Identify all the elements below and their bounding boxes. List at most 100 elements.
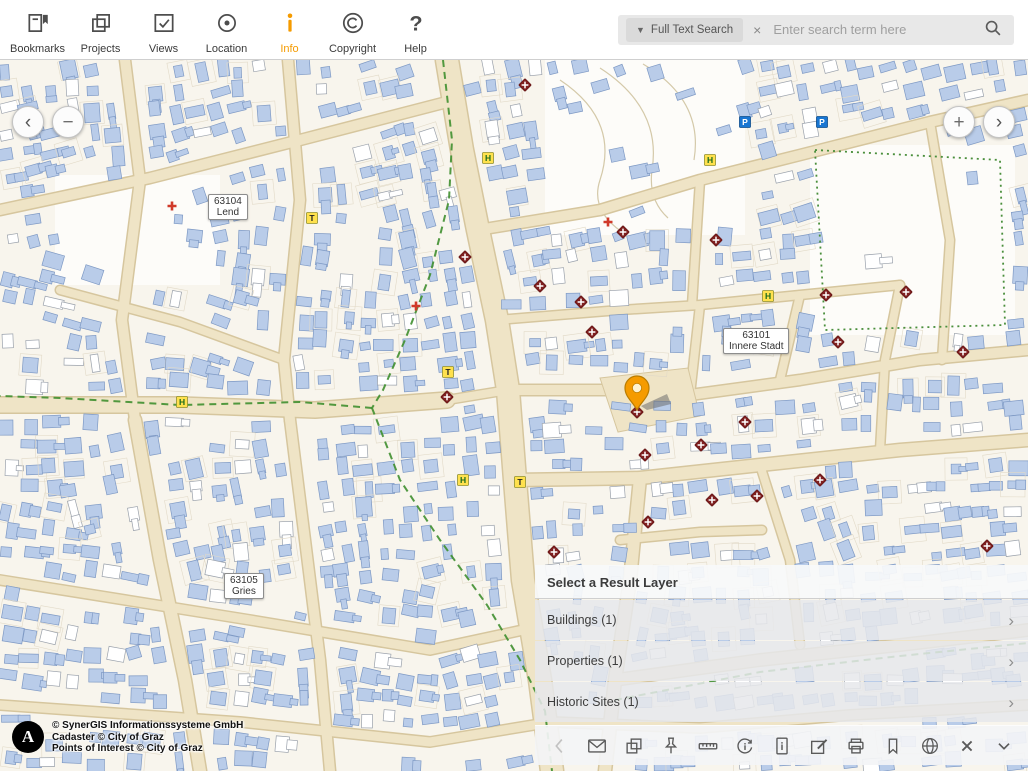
top-toolbar: Bookmarks Projects Views Location Info C… <box>0 0 1028 60</box>
result-layer-panel: Select a Result Layer Buildings (1) › Pr… <box>535 565 1028 722</box>
svg-text:T: T <box>309 213 315 223</box>
info-icon <box>277 10 303 41</box>
document-info-icon <box>771 735 793 757</box>
measure-button[interactable] <box>693 731 723 761</box>
clear-search-icon[interactable]: × <box>753 22 761 38</box>
district-label-innere-stadt: 63101 Innere Stadt <box>723 328 789 354</box>
toolbar-item-copyright[interactable]: Copyright <box>321 5 384 55</box>
chevron-right-icon: › <box>1008 694 1014 711</box>
rotate-info-button[interactable] <box>730 731 760 761</box>
district-name: Lend <box>214 207 242 218</box>
poi-H-icon: H <box>458 475 469 486</box>
print-button[interactable] <box>841 731 871 761</box>
svg-text:T: T <box>445 367 451 377</box>
toolbar-item-projects[interactable]: Projects <box>69 5 132 55</box>
svg-text:H: H <box>765 291 771 301</box>
toolbar-item-label: Info <box>280 43 298 55</box>
toolbar-item-location[interactable]: Location <box>195 5 258 55</box>
email-icon <box>586 735 608 757</box>
district-code: 63104 <box>214 196 242 207</box>
attribution-line: Cadaster © City of Graz <box>52 732 243 744</box>
district-name: Innere Stadt <box>729 341 783 352</box>
globe-icon <box>919 735 941 757</box>
district-label-gries: 63105 Gries <box>224 573 264 599</box>
search-input[interactable] <box>771 21 980 38</box>
poi-T-icon: T <box>443 367 454 378</box>
main-menu: Bookmarks Projects Views Location Info C… <box>0 5 447 55</box>
collapse-panel-button[interactable] <box>989 731 1019 761</box>
poi-H-icon: H <box>763 291 774 302</box>
bookmark-icon <box>882 735 904 757</box>
document-info-button[interactable] <box>767 731 797 761</box>
attribution-line: Points of Interest © City of Graz <box>52 743 243 755</box>
toolbar-item-bookmarks[interactable]: Bookmarks <box>6 5 69 55</box>
svg-text:P: P <box>742 117 748 127</box>
toolbar-item-label: Bookmarks <box>10 43 65 55</box>
district-code: 63105 <box>230 575 258 586</box>
result-toolbar <box>535 725 1028 765</box>
layer-label: Properties (1) <box>547 654 623 668</box>
svg-text:T: T <box>517 477 523 487</box>
app-window: Bookmarks Projects Views Location Info C… <box>0 0 1028 771</box>
toolbar-item-info[interactable]: Info <box>258 5 321 55</box>
chevron-right-icon: › <box>1008 653 1014 670</box>
pan-right-button[interactable]: › <box>983 106 1015 138</box>
toolbar-item-label: Location <box>206 43 248 55</box>
result-layer-historic-sites[interactable]: Historic Sites (1) › <box>535 682 1028 722</box>
toolbar-item-label: Help <box>404 43 427 55</box>
measure-icon <box>697 735 719 757</box>
close-results-button[interactable] <box>952 731 982 761</box>
result-layer-buildings[interactable]: Buildings (1) › <box>535 600 1028 640</box>
toolbar-item-help[interactable]: ? Help <box>384 5 447 55</box>
location-icon <box>214 10 240 41</box>
toolbar-item-label: Views <box>149 43 178 55</box>
svg-text:P: P <box>819 117 825 127</box>
globe-button[interactable] <box>915 731 945 761</box>
result-panel-title: Select a Result Layer <box>535 565 1028 599</box>
copyright-text: © SynerGIS Informationssysteme GmbH Cada… <box>52 720 243 755</box>
search-button[interactable] <box>980 15 1006 44</box>
caret-down-icon: ▼ <box>636 25 645 35</box>
rotate-info-icon <box>734 735 756 757</box>
layer-label: Buildings (1) <box>547 613 616 627</box>
edit-icon <box>808 735 830 757</box>
bookmark-result-button[interactable] <box>878 731 908 761</box>
zoom-in-button[interactable]: + <box>943 106 975 138</box>
svg-text:?: ? <box>409 10 422 35</box>
layer-label: Historic Sites (1) <box>547 695 639 709</box>
result-layer-properties[interactable]: Properties (1) › <box>535 641 1028 681</box>
chevron-down-icon <box>993 735 1015 757</box>
svg-text:H: H <box>460 475 466 485</box>
clone-view-button[interactable] <box>619 731 649 761</box>
chevron-left-icon <box>549 735 571 757</box>
search-bar: ▼ Full Text Search × <box>618 15 1014 45</box>
toolbar-item-views[interactable]: Views <box>132 5 195 55</box>
toolbar-item-label: Projects <box>81 43 121 55</box>
toolbar-item-label: Copyright <box>329 43 376 55</box>
search-mode-label: Full Text Search <box>651 24 733 36</box>
map-viewport[interactable]: HHHHHTTTPP 63104 Lend 63101 Innere Stadt… <box>0 60 1028 771</box>
print-icon <box>845 735 867 757</box>
zoom-out-button[interactable]: − <box>52 106 84 138</box>
pan-left-button[interactable]: ‹ <box>12 106 44 138</box>
poi-H-icon: H <box>177 397 188 408</box>
close-icon <box>956 735 978 757</box>
austria-logo: A <box>12 721 44 753</box>
poi-T-icon: T <box>307 213 318 224</box>
district-label-lend: 63104 Lend <box>208 194 248 220</box>
chevron-right-icon: › <box>1008 612 1014 629</box>
projects-icon <box>88 10 114 41</box>
svg-text:H: H <box>179 397 185 407</box>
poi-H-icon: H <box>705 155 716 166</box>
email-button[interactable] <box>582 731 612 761</box>
pin-icon <box>660 735 682 757</box>
search-mode-dropdown[interactable]: ▼ Full Text Search <box>626 18 743 42</box>
help-icon: ? <box>403 10 429 41</box>
edit-button[interactable] <box>804 731 834 761</box>
clone-icon <box>623 735 645 757</box>
bookmarks-icon <box>25 10 51 41</box>
poi-T-icon: T <box>515 477 526 488</box>
previous-result-button[interactable] <box>545 731 575 761</box>
pin-button[interactable] <box>656 731 686 761</box>
svg-text:H: H <box>707 155 713 165</box>
